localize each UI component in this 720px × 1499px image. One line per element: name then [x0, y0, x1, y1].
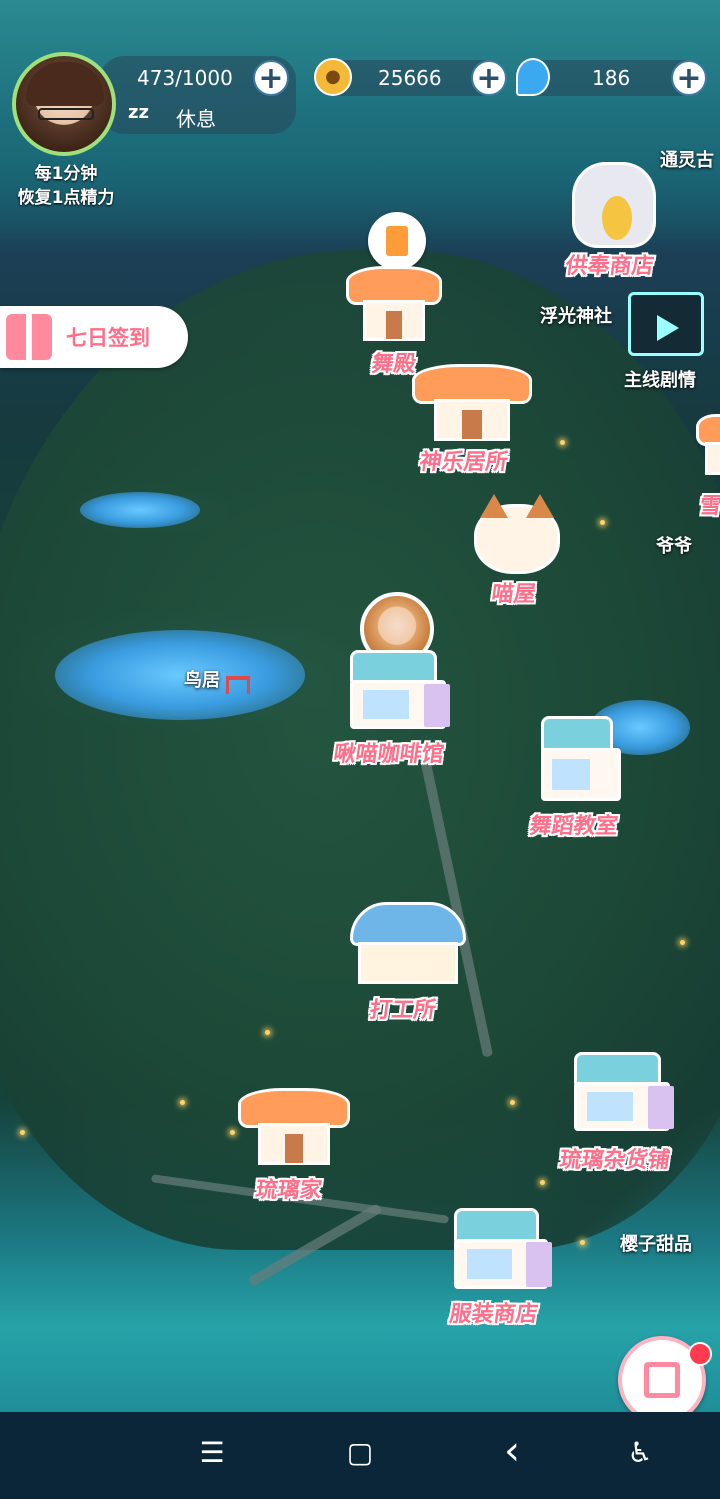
torii-gate-icon — [226, 676, 250, 694]
quest-edit-icon[interactable] — [368, 212, 426, 270]
clapperboard-icon — [628, 292, 704, 356]
avatar-glasses — [38, 108, 94, 120]
street-light — [600, 520, 605, 525]
add-gems-button[interactable]: + — [671, 60, 707, 96]
sleep-icon: zz — [128, 102, 149, 123]
grandpa-label[interactable]: 爷爷 — [656, 532, 692, 558]
ruri-store-building[interactable] — [568, 1052, 676, 1136]
edge-house-building[interactable] — [696, 414, 720, 478]
ruri-store-label[interactable]: 琉璃杂货铺 — [558, 1142, 673, 1174]
dance-class-label[interactable]: 舞蹈教室 — [528, 808, 621, 840]
torii-label[interactable]: 鸟居 — [184, 666, 220, 692]
lucky-cat-coin — [602, 196, 632, 240]
dance-hall-building[interactable] — [346, 266, 442, 344]
fish-gem-icon — [516, 58, 550, 96]
main-story-button[interactable] — [620, 292, 712, 368]
gem-value: 186 — [592, 66, 631, 90]
street-light — [540, 1180, 545, 1185]
clothing-store-building[interactable] — [448, 1208, 554, 1294]
office-roof — [350, 902, 466, 946]
gift-icon — [6, 314, 52, 360]
accessibility-icon[interactable]: ♿ — [620, 1436, 660, 1469]
torii-lake — [55, 630, 305, 720]
checkin-label: 七日签到 — [66, 326, 150, 350]
paw-coin-icon: ● — [314, 58, 352, 96]
player-avatar[interactable] — [12, 52, 116, 156]
expand-map-button[interactable] — [618, 1336, 712, 1424]
avatar-hair — [26, 62, 104, 106]
ruri-home-building[interactable] — [238, 1088, 350, 1168]
regen-info: 每1分钟 恢复1点精力 — [0, 162, 132, 210]
street-light — [680, 940, 685, 945]
notification-dot — [688, 1342, 712, 1366]
offering-shop-label[interactable]: 供奉商店 — [564, 248, 657, 280]
gift-ribbon — [26, 314, 32, 360]
expand-arrows-icon — [644, 1362, 680, 1398]
regen-line-2: 恢复1点精力 — [17, 188, 115, 208]
tongling-label[interactable]: 通灵古 — [660, 146, 714, 172]
work-office-building[interactable] — [350, 902, 466, 986]
cat-house-label[interactable]: 喵屋 — [490, 576, 539, 608]
system-nav-bar: ☰ ▢ ‹ ♿ — [0, 1412, 720, 1499]
street-light — [265, 1030, 270, 1035]
cat-ear-left — [480, 494, 508, 518]
status-text: 休息 — [176, 107, 216, 131]
clothing-store-label[interactable]: 服装商店 — [448, 1296, 541, 1328]
cat-house-building[interactable] — [474, 494, 560, 574]
street-light — [560, 440, 565, 445]
home-button[interactable]: ▢ — [340, 1436, 380, 1469]
street-light — [580, 1240, 585, 1245]
shrine-label[interactable]: 浮光神社 — [540, 302, 612, 328]
energy-value: 473/1000 — [137, 66, 233, 90]
back-button[interactable]: ‹ — [492, 1428, 532, 1474]
regen-line-1: 每1分钟 — [34, 164, 98, 184]
street-light — [20, 1130, 25, 1135]
coin-value: 25666 — [378, 66, 442, 90]
dance-hall-label[interactable]: 舞殿 — [370, 346, 419, 378]
cafe-building[interactable] — [344, 650, 452, 734]
kagura-residence-building[interactable] — [412, 364, 532, 444]
play-icon — [657, 315, 679, 341]
work-office-label[interactable]: 打工所 — [368, 992, 439, 1024]
quest-note-shape — [386, 226, 408, 256]
office-body — [358, 942, 458, 984]
snow-label[interactable]: 雪 — [698, 488, 720, 520]
menu-button[interactable]: ☰ — [192, 1436, 232, 1469]
dance-class-building[interactable] — [536, 716, 626, 806]
lucky-cat-statue-icon[interactable] — [572, 152, 656, 248]
street-light — [230, 1130, 235, 1135]
main-story-label: 主线剧情 — [624, 370, 696, 391]
cafe-label[interactable]: 啾喵咖啡馆 — [332, 736, 447, 768]
checkin-button[interactable]: 七日签到 — [0, 306, 188, 368]
street-light — [510, 1100, 515, 1105]
add-coins-button[interactable]: + — [471, 60, 507, 96]
kagura-residence-label[interactable]: 神乐居所 — [418, 444, 511, 476]
ruri-home-label[interactable]: 琉璃家 — [254, 1172, 325, 1204]
cat-ear-right — [526, 494, 554, 518]
add-energy-button[interactable]: + — [253, 60, 289, 96]
terrace-pond — [80, 492, 200, 528]
street-light — [180, 1100, 185, 1105]
sakura-sweets-label[interactable]: 樱子甜品 — [620, 1230, 692, 1256]
